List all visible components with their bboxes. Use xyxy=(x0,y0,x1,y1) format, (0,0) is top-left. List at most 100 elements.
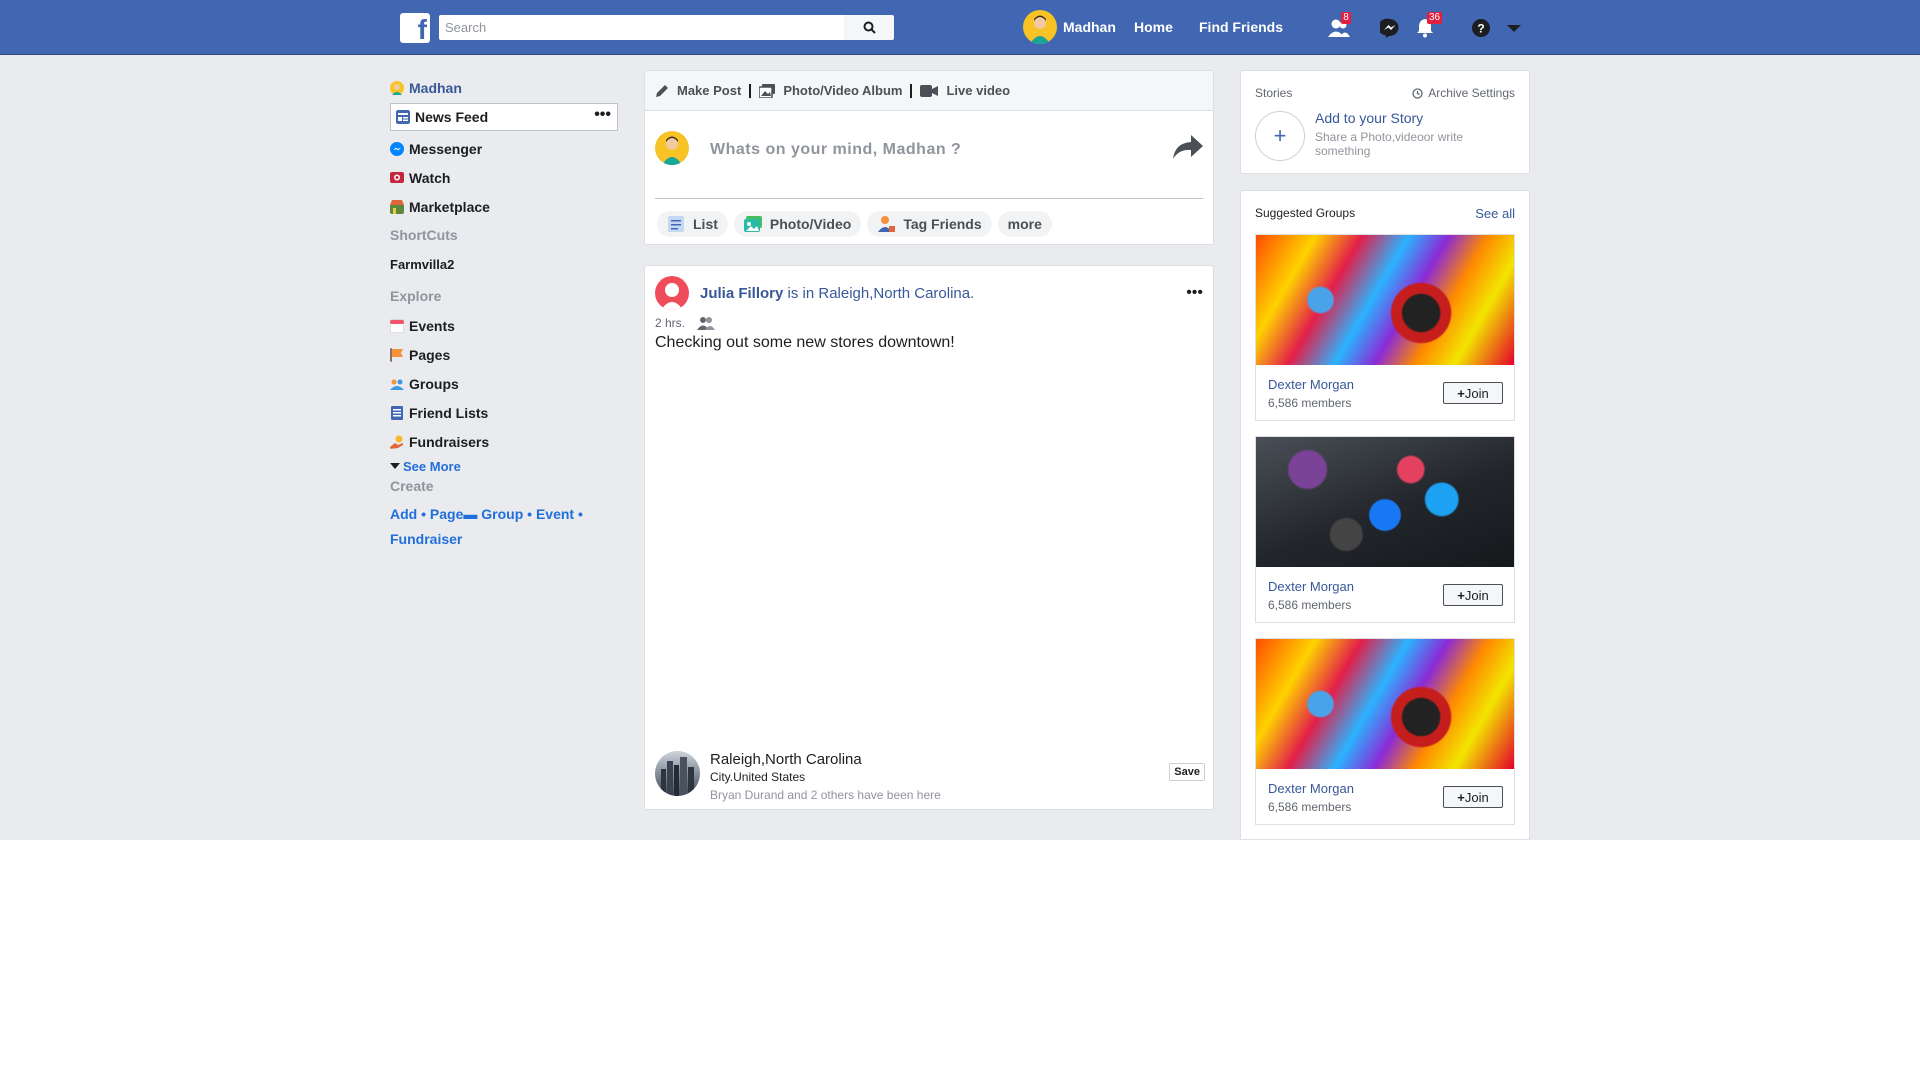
composer-actions: List Photo/Video Tag Friends more xyxy=(657,211,1052,237)
search-icon xyxy=(863,21,876,34)
tag-friends-button[interactable]: Tag Friends xyxy=(867,211,992,237)
sidebar-item-groups[interactable]: Groups xyxy=(390,369,618,398)
svg-text:?: ? xyxy=(1477,22,1484,36)
sidebar-item-label: Groups xyxy=(409,375,459,392)
user-avatar-icon xyxy=(390,80,404,95)
explore-heading: Explore xyxy=(390,288,442,304)
tab-label: Live video xyxy=(946,83,1011,98)
group-members: 6,586 members xyxy=(1268,800,1352,814)
composer-body[interactable]: Whats on your mind, Madhan ? xyxy=(645,111,1213,199)
more-options-icon[interactable]: ••• xyxy=(594,106,611,124)
messenger-button[interactable] xyxy=(1378,16,1402,40)
create-add-link[interactable]: Add xyxy=(390,506,417,522)
see-more-link[interactable]: See More xyxy=(390,456,618,476)
sidebar-user-link[interactable]: Madhan xyxy=(390,76,618,99)
profile-link[interactable]: Madhan xyxy=(1023,10,1116,44)
friends-audience-icon[interactable] xyxy=(697,316,716,330)
add-story-button[interactable]: + xyxy=(1255,111,1305,161)
home-link[interactable]: Home xyxy=(1134,19,1173,35)
messenger-icon xyxy=(390,141,404,156)
notifications-count: 36 xyxy=(1427,12,1443,24)
post-header: Julia Fillory is in Raleigh,North Caroli… xyxy=(700,285,974,302)
chip-label: more xyxy=(1007,216,1042,232)
tab-label: Make Post xyxy=(677,83,742,98)
create-group-link[interactable]: Group xyxy=(481,506,523,522)
group-name[interactable]: Dexter Morgan xyxy=(1268,377,1354,392)
share-arrow-icon[interactable] xyxy=(1173,135,1203,159)
plus-icon: + xyxy=(1273,123,1287,148)
tab-live-video[interactable]: Live video xyxy=(920,83,1010,98)
nav-user-name: Madhan xyxy=(1063,19,1116,35)
chip-label: Tag Friends xyxy=(903,216,982,232)
post-author-avatar[interactable] xyxy=(655,276,689,310)
sidebar-item-events[interactable]: Events xyxy=(390,311,618,340)
join-label: Join xyxy=(1464,385,1489,401)
add-story-title[interactable]: Add to your Story xyxy=(1315,110,1423,126)
archive-settings-link[interactable]: Archive Settings xyxy=(1412,86,1515,100)
tab-photo-video-album[interactable]: Photo/Video Album xyxy=(759,83,902,98)
stories-heading: Stories xyxy=(1255,86,1293,100)
shortcuts-heading: ShortCuts xyxy=(390,227,458,243)
create-fundraiser-link[interactable]: Fundraiser xyxy=(390,531,462,547)
sidebar-item-news-feed[interactable]: News Feed ••• xyxy=(390,103,618,131)
group-name[interactable]: Dexter Morgan xyxy=(1268,781,1354,796)
sidebar-item-label: Events xyxy=(409,317,455,334)
facebook-logo-icon[interactable]: f xyxy=(400,13,430,45)
join-group-button[interactable]: + Join xyxy=(1443,382,1503,404)
see-all-link[interactable]: See all xyxy=(1475,206,1515,221)
save-button[interactable]: Save xyxy=(1169,763,1205,781)
post-timestamp[interactable]: 2 hrs. xyxy=(655,316,685,330)
stories-panel: Stories Archive Settings + Add to your S… xyxy=(1240,70,1530,174)
account-menu-button[interactable] xyxy=(1502,16,1526,40)
plus-icon: + xyxy=(1457,587,1465,603)
caret-down-icon xyxy=(1507,25,1521,32)
chip-label: List xyxy=(693,216,718,232)
post-author-name[interactable]: Julia Fillory xyxy=(700,285,783,302)
location-card[interactable]: Raleigh,North Carolina City.United State… xyxy=(655,751,1205,802)
sidebar-item-friend-lists[interactable]: Friend Lists xyxy=(390,398,618,427)
group-cover-image[interactable] xyxy=(1256,437,1514,567)
sidebar-item-fundraisers[interactable]: Fundraisers xyxy=(390,427,618,456)
shortcut-item[interactable]: Farmvilla2 xyxy=(390,250,618,279)
notifications-button[interactable]: 36 xyxy=(1413,12,1443,40)
group-card: Dexter Morgan 6,586 members + Join xyxy=(1255,638,1515,825)
events-icon xyxy=(390,319,404,333)
suggested-groups-heading: Suggested Groups xyxy=(1255,206,1356,220)
sidebar-item-watch[interactable]: Watch xyxy=(390,163,618,192)
group-members: 6,586 members xyxy=(1268,396,1352,410)
group-cover-image[interactable] xyxy=(1256,639,1514,769)
find-friends-link[interactable]: Find Friends xyxy=(1199,19,1283,35)
friend-requests-count: 8 xyxy=(1341,12,1351,24)
sidebar-item-messenger[interactable]: Messenger xyxy=(390,134,618,163)
photo-video-button[interactable]: Photo/Video xyxy=(733,211,862,237)
search-input[interactable] xyxy=(439,15,844,40)
composer-avatar xyxy=(655,131,689,165)
archive-label: Archive Settings xyxy=(1428,86,1515,100)
tab-make-post[interactable]: Make Post xyxy=(655,83,741,98)
top-navigation-bar: f Madhan Home Find Friends 8 36 ? xyxy=(0,0,1920,55)
search-button[interactable] xyxy=(844,15,894,40)
create-links: Add • Page▬ Group • Event • Fundraiser xyxy=(390,506,583,547)
location-subtitle: City.United States xyxy=(710,770,806,784)
sidebar-item-pages[interactable]: Pages xyxy=(390,340,618,369)
group-name[interactable]: Dexter Morgan xyxy=(1268,579,1354,594)
composer-input[interactable]: Whats on your mind, Madhan ? xyxy=(710,141,961,159)
create-event-link[interactable]: Event xyxy=(536,506,574,522)
friend-requests-button[interactable]: 8 xyxy=(1327,12,1351,40)
join-group-button[interactable]: + Join xyxy=(1443,786,1503,808)
location-image xyxy=(655,751,700,796)
post-options-icon[interactable]: ••• xyxy=(1186,284,1203,302)
join-group-button[interactable]: + Join xyxy=(1443,584,1503,606)
left-navigation: Madhan News Feed ••• Messenger Watch Mar… xyxy=(390,76,618,552)
more-button[interactable]: more xyxy=(997,211,1052,237)
help-button[interactable]: ? xyxy=(1469,16,1493,40)
composer-tabs: Make Post Photo/Video Album Live video xyxy=(645,71,1213,111)
group-cover-image[interactable] xyxy=(1256,235,1514,365)
sidebar-item-marketplace[interactable]: Marketplace xyxy=(390,192,618,221)
create-page-link[interactable]: Page xyxy=(430,506,463,522)
chip-label: Photo/Video xyxy=(769,216,852,232)
post-composer: Make Post Photo/Video Album Live video W… xyxy=(644,70,1214,245)
list-button[interactable]: List xyxy=(657,211,728,237)
post-action[interactable]: is in Raleigh,North Carolina. xyxy=(788,285,975,302)
group-members: 6,586 members xyxy=(1268,598,1352,612)
